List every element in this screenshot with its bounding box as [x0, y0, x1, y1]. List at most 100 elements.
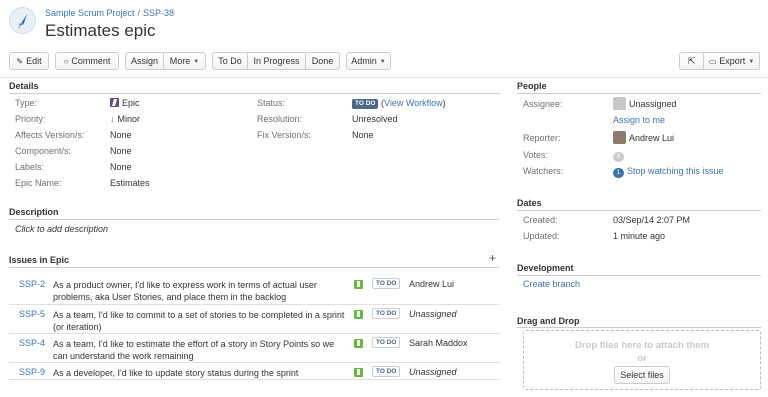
issue-assignee: Unassigned [409, 367, 457, 377]
status-value: TO DO (View Workflow) [352, 98, 446, 109]
issue-assignee: Unassigned [409, 309, 457, 319]
reporter-label: Reporter: [523, 133, 561, 143]
done-button[interactable]: Done [305, 52, 340, 70]
dropzone-or: or [637, 353, 647, 364]
issue-summary[interactable]: As a team, I'd like to estimate the effo… [53, 338, 349, 362]
description-heading[interactable]: Description [9, 207, 59, 217]
arrow-down-icon: ↓ [110, 114, 115, 124]
affects-version-value[interactable]: None [110, 130, 132, 140]
dates-heading[interactable]: Dates [517, 198, 542, 208]
view-workflow-close: ) [442, 98, 446, 108]
share-button[interactable]: ⇱ [679, 52, 704, 70]
people-heading[interactable]: People [517, 81, 547, 91]
component-label: Component/s: [15, 146, 72, 156]
drag-drop-heading[interactable]: Drag and Drop [517, 316, 580, 326]
reporter-value[interactable]: Andrew Lui [629, 133, 674, 143]
created-label: Created: [523, 215, 558, 225]
issue-summary[interactable]: As a team, I'd like to commit to a set o… [53, 309, 349, 333]
avatar [613, 131, 626, 144]
table-row[interactable]: SSP-4 As a team, I'd like to estimate th… [9, 333, 500, 362]
type-label: Type: [15, 98, 38, 108]
issue-header: Sample Scrum Project / SSP-38 Estimates ep… [0, 0, 768, 46]
labels-label: Labels: [15, 162, 45, 172]
issue-key-link[interactable]: SSP-9 [19, 367, 45, 377]
export-button[interactable]: ▭ Export ▼ [703, 52, 760, 70]
story-icon [354, 310, 363, 319]
votes-value[interactable]: 0 [613, 150, 624, 162]
votes-label: Votes: [523, 150, 549, 160]
plus-icon[interactable]: + [489, 252, 496, 264]
issue-toolbar: ✎ Edit ○ Comment Assign More ▼ To Do In Pro… [0, 52, 768, 72]
fix-version-value[interactable]: None [352, 130, 374, 140]
issues-in-epic-heading[interactable]: Issues in Epic [9, 255, 69, 265]
table-row[interactable]: SSP-2 As a product owner, I'd like to ex… [9, 275, 500, 304]
breadcrumb-issue-link[interactable]: SSP-38 [143, 8, 174, 18]
file-dropzone[interactable]: Drop files here to attach them or Select… [523, 330, 761, 390]
edit-button[interactable]: ✎ Edit [9, 52, 49, 70]
chevron-down-icon: ▼ [379, 59, 386, 65]
status-badge: TO DO [372, 366, 401, 377]
watchers-count-badge[interactable]: 1 [613, 168, 624, 178]
table-row[interactable]: SSP-9 As a developer, I'd like to update… [9, 362, 500, 380]
development-heading[interactable]: Development [517, 263, 574, 273]
breadcrumb-separator: / [137, 8, 141, 18]
epic-name-value[interactable]: Estimates [110, 178, 150, 188]
view-workflow-link[interactable]: View Workflow [384, 98, 443, 108]
more-button[interactable]: More ▼ [163, 52, 206, 70]
details-heading[interactable]: Details [9, 81, 39, 91]
comment-button[interactable]: ○ Comment [55, 52, 119, 70]
toolbar-divider [0, 77, 768, 78]
stop-watching-link[interactable]: Stop watching this issue [627, 166, 724, 176]
table-row[interactable]: SSP-5 As a team, I'd like to commit to a… [9, 304, 500, 333]
pencil-icon: ✎ [16, 57, 24, 66]
avatar [613, 97, 626, 110]
resolution-value: Unresolved [352, 114, 398, 124]
todo-button[interactable]: To Do [212, 52, 248, 70]
share-icon: ⇱ [687, 56, 696, 66]
issue-key-link[interactable]: SSP-5 [19, 309, 45, 319]
issues-rule [9, 267, 500, 268]
votes-count-badge: 0 [613, 152, 624, 162]
dates-rule [517, 210, 761, 211]
priority-label: Priority: [15, 114, 46, 124]
issue-key-link[interactable]: SSP-4 [19, 338, 45, 348]
fix-version-label: Fix Version/s: [257, 130, 312, 140]
status-badge: TO DO [352, 99, 379, 109]
chevron-down-icon: ▼ [193, 59, 200, 65]
story-icon [354, 280, 363, 289]
assignee-value[interactable]: Unassigned [629, 99, 677, 109]
component-value[interactable]: None [110, 146, 132, 156]
project-avatar[interactable] [9, 7, 36, 34]
export-icon: ▭ [708, 57, 717, 66]
assign-to-me-link[interactable]: Assign to me [613, 115, 665, 125]
updated-value: 1 minute ago [613, 231, 666, 241]
resolution-label: Resolution: [257, 114, 303, 124]
issue-key-link[interactable]: SSP-2 [19, 279, 45, 289]
priority-value: ↓ Minor [110, 114, 140, 124]
description-rule [9, 219, 500, 220]
labels-value[interactable]: None [110, 162, 132, 172]
rocket-project-icon [17, 13, 28, 30]
admin-label: Admin [351, 56, 377, 66]
create-branch-link[interactable]: Create branch [523, 279, 580, 289]
edit-label: Edit [26, 56, 42, 66]
select-files-button[interactable]: Select files [614, 366, 670, 384]
page-title[interactable]: Estimates epic [45, 21, 156, 41]
chevron-down-icon: ▼ [748, 59, 755, 65]
type-value-text: Epic [122, 98, 140, 108]
epic-name-label: Epic Name: [15, 178, 62, 188]
issue-summary[interactable]: As a developer, I'd like to update story… [53, 367, 349, 379]
export-label: Export [719, 56, 746, 66]
issue-assignee: Andrew Lui [409, 279, 455, 289]
type-value: Epic [110, 98, 140, 108]
breadcrumb-project-link[interactable]: Sample Scrum Project [45, 8, 135, 18]
description-field[interactable]: Click to add description [15, 224, 108, 234]
admin-button[interactable]: Admin ▼ [346, 52, 391, 70]
issue-summary[interactable]: As a product owner, I'd like to express … [53, 279, 349, 303]
status-badge: TO DO [372, 308, 401, 319]
in-progress-button[interactable]: In Progress [247, 52, 306, 70]
more-label: More [169, 56, 191, 66]
assign-button[interactable]: Assign [125, 52, 164, 70]
priority-value-text: Minor [117, 114, 141, 124]
breadcrumb: Sample Scrum Project / SSP-38 [45, 8, 174, 18]
